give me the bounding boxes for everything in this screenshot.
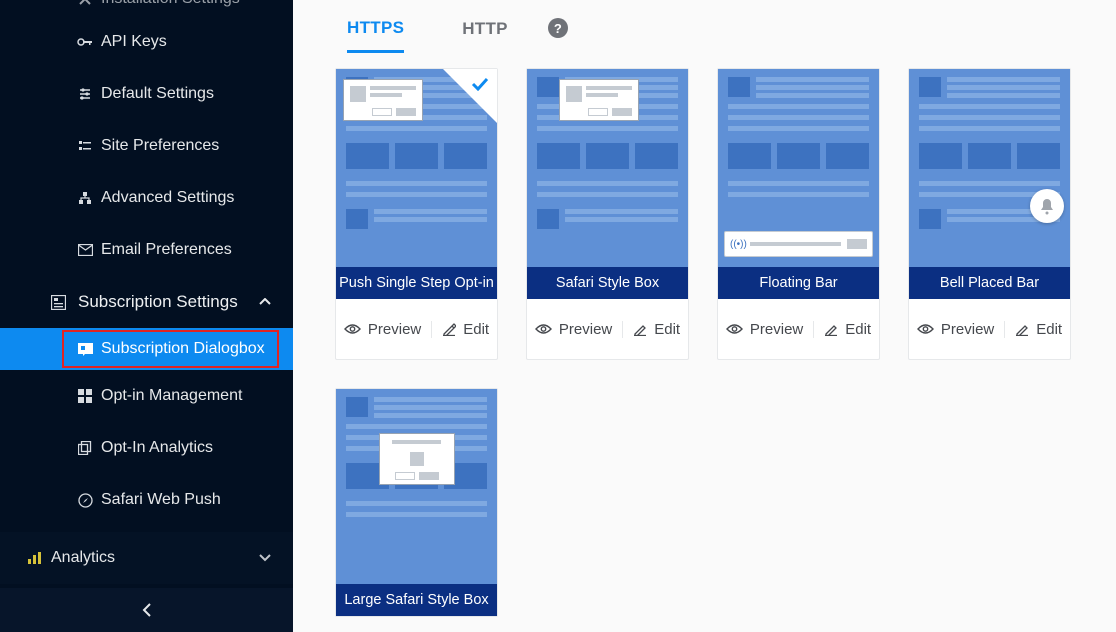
edit-button[interactable]: Edit [622, 321, 680, 338]
sidebar-item-safari-web-push[interactable]: Safari Web Push [0, 474, 293, 526]
eye-icon [344, 323, 361, 335]
sidebar-item-label: Installation Settings [101, 0, 240, 8]
broadcast-icon: ((•)) [730, 239, 744, 250]
edit-button[interactable]: Edit [431, 321, 489, 338]
grid-icon [77, 388, 93, 404]
check-icon [471, 77, 489, 91]
sidebar-item-label: Advanced Settings [101, 189, 234, 207]
sidebar-item-label: Safari Web Push [101, 491, 221, 509]
sidebar-item-label: Opt-In Analytics [101, 439, 213, 457]
sidebar-item-opt-in-management[interactable]: Opt-in Management [0, 370, 293, 422]
tab-https[interactable]: HTTPS [347, 4, 404, 53]
sidebar-item-advanced-settings[interactable]: Advanced Settings [0, 172, 293, 224]
card-title: Floating Bar [718, 267, 879, 299]
card-actions: Preview Edit [909, 299, 1070, 359]
dialogbox-icon [77, 341, 93, 357]
card-title: Bell Placed Bar [909, 267, 1070, 299]
chevron-up-icon [259, 298, 271, 306]
layout-icon [50, 294, 66, 310]
action-label: Preview [368, 321, 421, 338]
sidebar-section-label: Subscription Settings [78, 292, 238, 312]
key-icon [77, 34, 93, 50]
edit-button[interactable]: Edit [813, 321, 871, 338]
action-label: Preview [559, 321, 612, 338]
pencil-icon [633, 322, 647, 336]
sidebar: Installation Settings API Keys Default S… [0, 0, 293, 632]
card-actions: Preview Edit [527, 299, 688, 359]
large-dialog-preview [379, 433, 455, 485]
preview-button[interactable]: Preview [726, 321, 803, 338]
action-label: Edit [1036, 321, 1062, 338]
protocol-tabs: HTTPS HTTP ? [335, 0, 1094, 56]
preview-button[interactable]: Preview [535, 321, 612, 338]
card-thumbnail: ((•)) [718, 69, 879, 267]
action-label: Edit [463, 321, 489, 338]
card-actions: Preview Edit [336, 299, 497, 359]
sidebar-item-label: Opt-in Management [101, 387, 242, 405]
action-label: Preview [941, 321, 994, 338]
sidebar-item-subscription-dialogbox[interactable]: Subscription Dialogbox [0, 328, 293, 370]
card-thumbnail [336, 69, 497, 267]
card-bell-placed-bar[interactable]: Bell Placed Bar Preview Edit [908, 68, 1071, 360]
card-title: Safari Style Box [527, 267, 688, 299]
chevron-down-icon [259, 554, 271, 562]
sidebar-item-installation-settings[interactable]: Installation Settings [0, 0, 293, 16]
main-content: HTTPS HTTP ? [293, 0, 1116, 632]
eye-icon [726, 323, 743, 335]
sidebar-item-opt-in-analytics[interactable]: Opt-In Analytics [0, 422, 293, 474]
mail-icon [77, 242, 93, 258]
bell-icon [1030, 189, 1064, 223]
card-large-safari-style-box[interactable]: Large Safari Style Box [335, 388, 498, 617]
help-icon[interactable]: ? [548, 18, 568, 38]
edit-button[interactable]: Edit [1004, 321, 1062, 338]
copy-icon [77, 440, 93, 456]
sidebar-item-site-preferences[interactable]: Site Preferences [0, 120, 293, 172]
card-thumbnail [336, 389, 497, 584]
sidebar-item-api-keys[interactable]: API Keys [0, 16, 293, 68]
card-thumbnail [909, 69, 1070, 267]
floating-bar-preview: ((•)) [724, 231, 873, 257]
sliders-icon [77, 86, 93, 102]
card-actions: Preview Edit [718, 299, 879, 359]
action-label: Edit [654, 321, 680, 338]
chevron-left-icon [142, 603, 152, 617]
close-icon [77, 0, 93, 7]
sidebar-item-label: Default Settings [101, 85, 214, 103]
eye-icon [917, 323, 934, 335]
sidebar-item-label: Site Preferences [101, 137, 219, 155]
action-label: Preview [750, 321, 803, 338]
compass-icon [77, 492, 93, 508]
pencil-icon [824, 322, 838, 336]
analytics-icon [27, 551, 43, 565]
sidebar-item-label: API Keys [101, 33, 167, 51]
action-label: Edit [845, 321, 871, 338]
sidebar-item-email-preferences[interactable]: Email Preferences [0, 224, 293, 276]
card-title: Push Single Step Opt-in [336, 267, 497, 299]
card-safari-style-box[interactable]: Safari Style Box Preview Edit [526, 68, 689, 360]
sidebar-item-default-settings[interactable]: Default Settings [0, 68, 293, 120]
eye-icon [535, 323, 552, 335]
sidebar-item-label: Email Preferences [101, 241, 232, 259]
sidebar-section-analytics[interactable]: Analytics [0, 532, 293, 584]
dialog-style-cards: Push Single Step Opt-in Preview Edit [335, 68, 1094, 617]
card-push-single-step[interactable]: Push Single Step Opt-in Preview Edit [335, 68, 498, 360]
pencil-icon [1015, 322, 1029, 336]
sidebar-section-subscription-settings[interactable]: Subscription Settings [0, 276, 293, 328]
sidebar-section-label: Analytics [51, 549, 115, 567]
card-title: Large Safari Style Box [336, 584, 497, 616]
hierarchy-icon [77, 190, 93, 206]
sidebar-item-label: Subscription Dialogbox [101, 340, 265, 358]
preview-button[interactable]: Preview [344, 321, 421, 338]
tab-http[interactable]: HTTP [462, 5, 508, 51]
card-thumbnail [527, 69, 688, 267]
preview-button[interactable]: Preview [917, 321, 994, 338]
sidebar-collapse-button[interactable] [0, 588, 293, 632]
pencil-icon [442, 322, 456, 336]
preferences-icon [77, 138, 93, 154]
card-floating-bar[interactable]: ((•)) Floating Bar Preview Edit [717, 68, 880, 360]
